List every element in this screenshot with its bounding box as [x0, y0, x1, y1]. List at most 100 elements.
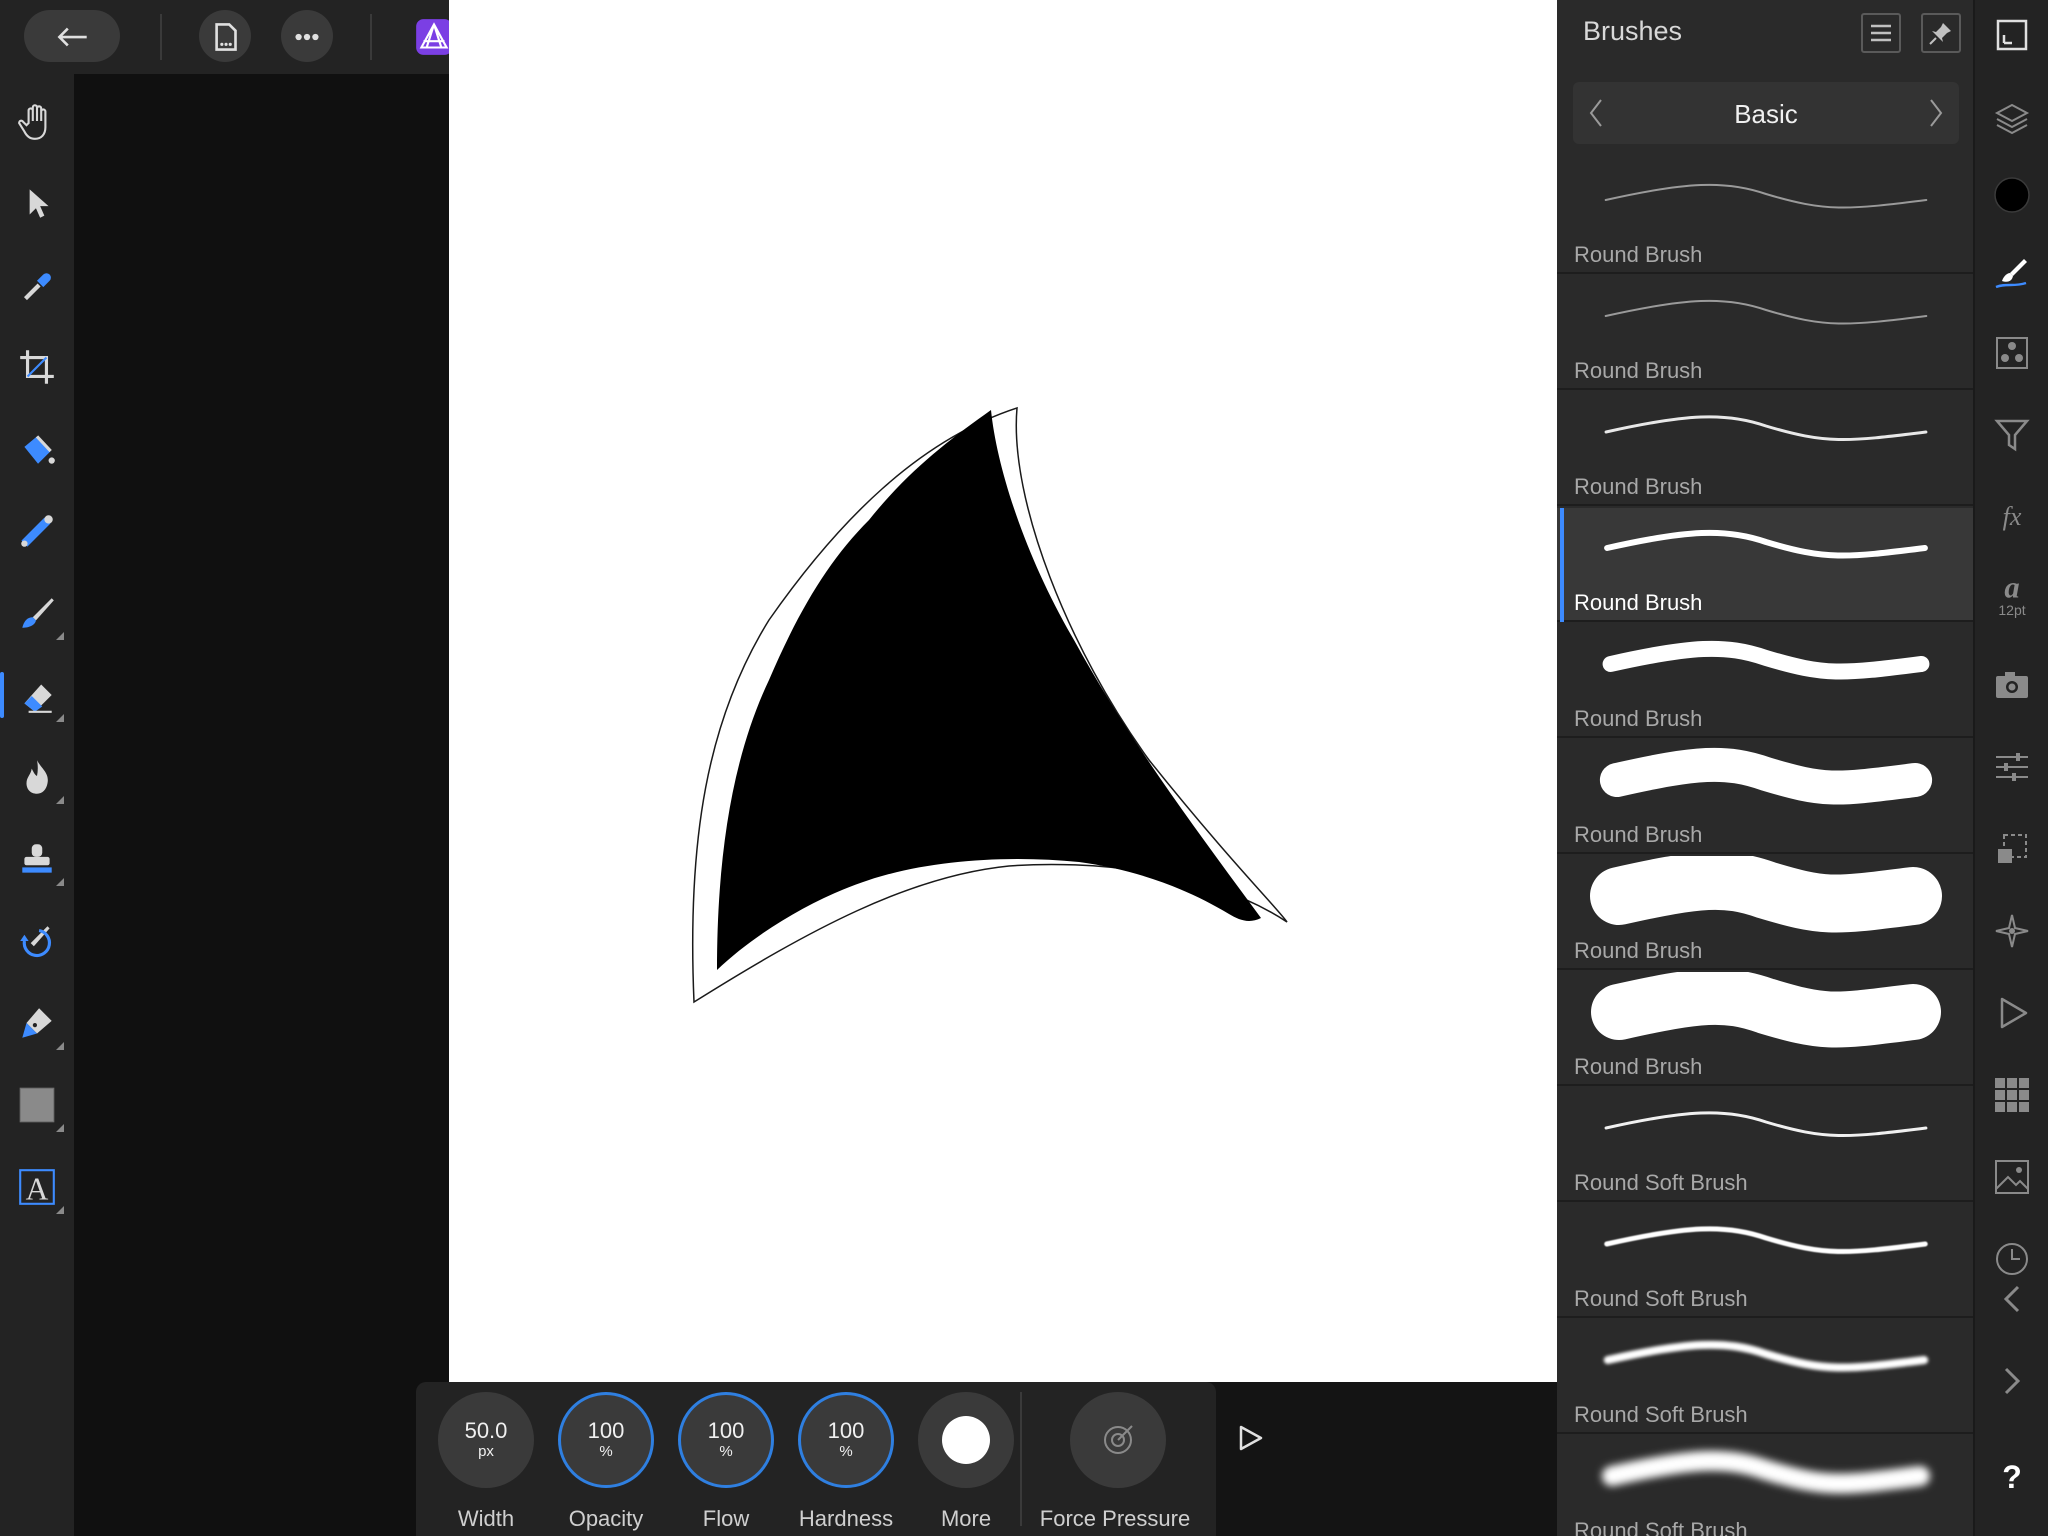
- opacity-dial[interactable]: 100 %: [558, 1392, 654, 1488]
- pen-tool[interactable]: [6, 992, 68, 1054]
- macro-play-icon: [2000, 997, 2028, 1029]
- text-styles-button[interactable]: a 12pt: [1983, 566, 2041, 624]
- swatches-icon: [1995, 1078, 2029, 1112]
- dodge-brush-tool[interactable]: [6, 746, 68, 808]
- width-unit: px: [478, 1443, 494, 1460]
- layers-icon: [1994, 103, 2030, 135]
- flow-control[interactable]: 100 % Flow: [668, 1392, 778, 1536]
- rectangle-icon: [19, 1087, 55, 1123]
- crop-tool[interactable]: [6, 336, 68, 398]
- move-tool[interactable]: [6, 172, 68, 234]
- pasteboard[interactable]: [74, 74, 449, 1536]
- brush-item[interactable]: Round Soft Brush: [1557, 1088, 1973, 1202]
- force-pressure-control[interactable]: Force Pressure: [1040, 1392, 1190, 1536]
- more-button[interactable]: [918, 1392, 1014, 1488]
- anchor-button[interactable]: [1983, 902, 2041, 960]
- hardness-unit: %: [839, 1443, 853, 1460]
- context-divider: [1020, 1392, 1022, 1526]
- brushes-button[interactable]: [1983, 244, 2041, 302]
- flow-unit: %: [719, 1443, 733, 1460]
- brush-item[interactable]: Round Brush: [1557, 740, 1973, 854]
- brush-category-selector[interactable]: Basic: [1573, 82, 1959, 144]
- brush-item[interactable]: Round Brush: [1557, 160, 1973, 274]
- channels-button[interactable]: [1983, 324, 2041, 382]
- color-button[interactable]: [1983, 166, 2041, 224]
- text-tool[interactable]: A: [6, 1156, 68, 1218]
- pin-panel-button[interactable]: [1921, 13, 1961, 53]
- brush-item[interactable]: Round Brush: [1557, 392, 1973, 506]
- stock-icon: [1995, 1160, 2029, 1194]
- sliders-button[interactable]: [1983, 738, 2041, 796]
- brush-name: Round Brush: [1574, 822, 1703, 847]
- flood-fill-tool[interactable]: [6, 418, 68, 480]
- brush-category-label: Basic: [1734, 99, 1798, 129]
- brush-stroke-preview: [1604, 183, 1928, 209]
- brush-stroke-preview: [1604, 529, 1928, 559]
- width-control[interactable]: 50.0 px Width: [428, 1392, 538, 1536]
- macro-button[interactable]: [1983, 984, 2041, 1042]
- panel-menu-button[interactable]: [1861, 13, 1901, 53]
- artistic-text-icon: A: [19, 1169, 55, 1207]
- opacity-control[interactable]: 100 % Opacity: [548, 1392, 658, 1536]
- arrow-pointer-icon: [29, 189, 49, 218]
- tools-panel: A: [0, 0, 74, 1536]
- brush-item[interactable]: Round Soft Brush: [1557, 1204, 1973, 1318]
- star-icon: [1995, 914, 2029, 948]
- brush-stroke-preview: [1604, 299, 1928, 325]
- brush-name: Round Brush: [1574, 1054, 1703, 1079]
- brush-name: Round Brush: [1574, 706, 1703, 731]
- brush-stroke-preview: [1590, 856, 1942, 933]
- brush-item[interactable]: Round Brush: [1557, 508, 1973, 622]
- brush-stroke-preview: [1602, 1450, 1930, 1494]
- rectangle-tool[interactable]: [6, 1074, 68, 1136]
- swatches-button[interactable]: [1983, 1066, 2041, 1124]
- gradient-icon: [21, 515, 53, 547]
- paint-brush-tool[interactable]: [6, 582, 68, 644]
- chevron-right-icon: [1930, 99, 1943, 127]
- stock-button[interactable]: [1983, 656, 2041, 714]
- force-pressure-button[interactable]: [1070, 1392, 1166, 1488]
- brush-item[interactable]: Round Brush: [1557, 856, 1973, 970]
- width-dial[interactable]: 50.0 px: [438, 1392, 534, 1488]
- brush-item[interactable]: Round Soft Brush: [1557, 1436, 1973, 1536]
- flow-label: Flow: [702, 1506, 750, 1531]
- hardness-control[interactable]: 100 % Hardness: [788, 1392, 898, 1536]
- navigator-button[interactable]: [1983, 6, 2041, 64]
- stock-images-button[interactable]: [1983, 1148, 2041, 1206]
- play-icon: [1239, 1425, 1263, 1451]
- brush-item[interactable]: Round Brush: [1557, 624, 1973, 738]
- play-button[interactable]: [1228, 1416, 1272, 1460]
- document-icon: [196, 8, 254, 66]
- panel-title: Brushes: [1583, 16, 1683, 46]
- gradient-tool[interactable]: [6, 500, 68, 562]
- opacity-label: Opacity: [568, 1506, 644, 1531]
- document-canvas[interactable]: [449, 0, 1557, 1382]
- brush-item[interactable]: Round Soft Brush: [1557, 1320, 1973, 1434]
- brush-name: Round Brush: [1574, 358, 1703, 383]
- flow-dial[interactable]: 100 %: [678, 1392, 774, 1488]
- undo-brush-tool[interactable]: [6, 910, 68, 972]
- color-picker-tool[interactable]: [6, 254, 68, 316]
- flame-icon: [26, 760, 48, 794]
- erase-brush-tool[interactable]: [0, 664, 68, 726]
- transform-icon: [1998, 834, 2027, 863]
- transform-button[interactable]: [1983, 820, 2041, 878]
- next-category-button[interactable]: [1921, 96, 1951, 130]
- expand-right-button[interactable]: [1983, 1352, 2041, 1410]
- brush-item[interactable]: Round Brush: [1557, 972, 1973, 1086]
- brush-name: Round Soft Brush: [1574, 1402, 1748, 1427]
- help-button[interactable]: ?: [1983, 1448, 2041, 1506]
- brush-item[interactable]: Round Brush: [1557, 276, 1973, 390]
- clone-brush-tool[interactable]: [6, 828, 68, 890]
- back-arrow-icon: [43, 8, 101, 66]
- color-icon: [1994, 177, 2030, 213]
- effects-button[interactable]: fx: [1983, 488, 2041, 546]
- layers-button[interactable]: [1983, 90, 2041, 148]
- hardness-dial[interactable]: 100 %: [798, 1392, 894, 1488]
- collapse-left-button[interactable]: [1983, 1270, 2041, 1328]
- hand-tool[interactable]: [6, 90, 68, 152]
- more-control[interactable]: More: [908, 1392, 1018, 1536]
- brush-name: Round Brush: [1574, 590, 1703, 615]
- adjustments-button[interactable]: [1983, 406, 2041, 464]
- expand-right-icon: [2004, 1367, 2021, 1395]
